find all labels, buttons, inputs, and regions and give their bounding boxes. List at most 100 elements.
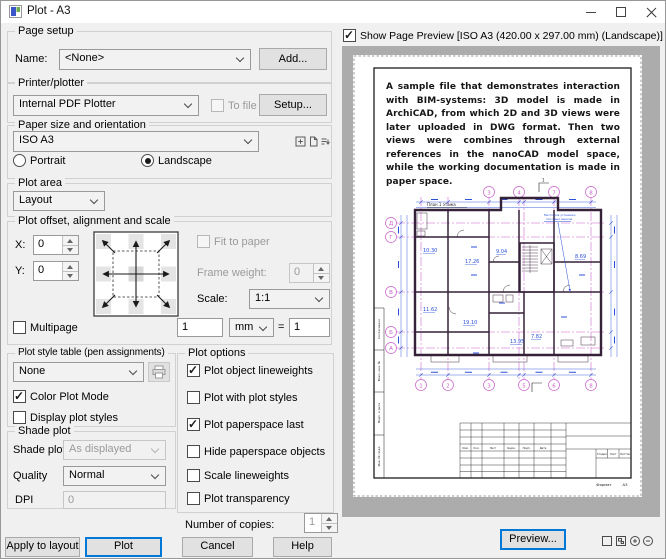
unit-from-input[interactable]: 1 [177,318,223,337]
group-page-setup-label: Page setup [15,24,77,38]
color-plot-mode-label: Color Plot Mode [30,391,109,403]
title-block-grid [459,422,632,479]
svg-text:почтовых ящиков: почтовых ящиков [546,217,572,221]
equals-sign: = [278,321,285,333]
svg-text:Лист: Лист [490,446,497,450]
unit-to-input[interactable]: 1 [289,318,330,337]
svg-text:Дата: Дата [540,446,547,450]
preview-annotation-text: A sample file that demonstrates interact… [386,82,620,187]
svg-text:Взам. инв. №: Взам. инв. № [377,361,381,381]
svg-text:Лист: Лист [610,452,617,456]
plot-area-combo[interactable]: Layout [13,191,105,211]
add-format-icon[interactable] [295,136,306,147]
unit-combo[interactable]: mm [229,318,274,337]
printer-combo[interactable]: Internal PDF Plotter [13,95,199,116]
title-block-stage-cells: Стадия Лист Листов [597,452,630,456]
dimension-lines [400,201,618,376]
scale-lineweights-label: Scale lineweights [204,470,289,482]
shade-plot-label: Shade plot [13,444,66,456]
svg-text:Формат: Формат [596,482,612,487]
grid-axis-lines [396,197,605,379]
svg-text:2: 2 [446,383,450,389]
portrait-radio[interactable] [13,154,26,167]
scale-combo[interactable]: 1:1 [249,289,330,309]
page-setup-name-combo[interactable]: <None> [59,49,251,70]
color-plot-mode-checkbox[interactable] [13,389,26,403]
svg-text:4: 4 [517,190,521,196]
multipage-label: Multipage [30,322,78,334]
plot-paperspace-last-label: Plot paperspace last [204,419,304,431]
hide-paperspace-objects-checkbox[interactable] [187,445,200,458]
group-shade-plot-label: Shade plot [15,424,74,438]
plot-object-lineweights-label: Plot object lineweights [204,365,313,377]
zoom-in-icon[interactable] [629,535,641,547]
landscape-label: Landscape [158,155,212,167]
show-page-preview-checkbox[interactable] [343,28,356,42]
offset-y-spinner[interactable]: 0 [33,261,79,281]
shade-plot-combo: As displayed [63,440,166,460]
alignment-widget[interactable] [93,231,179,317]
mailbox-note: Место для установки почтовых ящиков [544,213,576,292]
svg-text:Подп.: Подп. [523,446,531,450]
cancel-button[interactable]: Cancel [182,537,253,557]
edit-plot-style-button [148,362,170,382]
quality-combo[interactable]: Normal [63,466,166,486]
svg-text:Б: Б [389,330,393,336]
frame-weight-spinner: 0 [289,263,330,283]
svg-text:6: 6 [552,383,556,389]
new-page-icon[interactable] [308,136,319,147]
svg-text:7: 7 [552,190,556,196]
spin-down-icon [322,523,337,532]
svg-text:5: 5 [522,383,526,389]
svg-text:В: В [389,290,393,296]
spin-down-icon [63,271,78,280]
preview-button[interactable]: Preview... [500,529,566,550]
minimize-button[interactable] [576,1,606,23]
setup-button[interactable]: Setup... [259,94,327,116]
format-list-icon[interactable] [320,136,331,147]
offset-x-label: X: [15,239,26,251]
plot-style-combo[interactable]: None [13,362,144,382]
fit-to-paper-checkbox [197,235,210,248]
plot-transparency-checkbox[interactable] [187,492,200,505]
apply-to-layout-button[interactable]: Apply to layout [5,537,80,557]
close-button[interactable] [636,1,665,23]
landscape-radio[interactable] [141,154,154,167]
scale-label: Scale: [197,293,228,305]
page-preview-canvas[interactable]: Согласовано Взам. инв. № Подп. и дата Ин… [342,46,660,517]
frame-weight-label: Frame weight: [197,267,267,279]
zoom-out-icon[interactable] [642,535,654,547]
offset-x-spinner[interactable]: 0 [33,235,79,255]
add-button[interactable]: Add... [259,48,327,70]
group-plot-style-label: Plot style table (pen assignments) [15,346,168,360]
zoom-window-icon[interactable] [615,535,627,547]
group-printer-label: Printer/plotter [15,76,88,90]
svg-text:Листов: Листов [620,452,630,456]
show-page-preview-label: Show Page Preview [ISO A3 (420.00 x 297.… [360,30,663,42]
fit-to-paper-label: Fit to paper [214,236,270,248]
paper-size-combo[interactable]: ISO A3 [13,131,259,152]
group-plot-offset-label: Plot offset, alignment and scale [15,214,174,228]
scale-lineweights-checkbox[interactable] [187,469,200,482]
svg-text:Стадия: Стадия [597,452,607,456]
window-titlebar[interactable]: Plot - A3 [1,1,665,23]
maximize-button[interactable] [606,1,636,23]
spin-down-icon [314,273,329,282]
help-button[interactable]: Help [273,537,332,557]
walls [413,196,603,357]
format-label: Формат А3 [596,482,628,487]
zoom-extents-icon[interactable] [601,535,613,547]
copies-spinner[interactable]: 1 [304,513,338,533]
display-plot-styles-checkbox[interactable] [13,411,26,424]
plot-button[interactable]: Plot [85,537,162,557]
plot-with-plot-styles-checkbox[interactable] [187,391,200,404]
svg-text:3: 3 [487,383,491,389]
plot-object-lineweights-checkbox[interactable] [187,363,200,377]
svg-text:А3: А3 [622,482,628,487]
plot-paperspace-last-checkbox[interactable] [187,417,200,431]
number-of-copies-label: Number of copies: [185,519,275,531]
preview-paper-sheet: Согласовано Взам. инв. № Подп. и дата Ин… [353,55,642,497]
multipage-checkbox[interactable] [13,321,26,334]
group-plot-area-label: Plot area [15,176,66,190]
hide-paperspace-objects-label: Hide paperspace objects [204,446,326,458]
